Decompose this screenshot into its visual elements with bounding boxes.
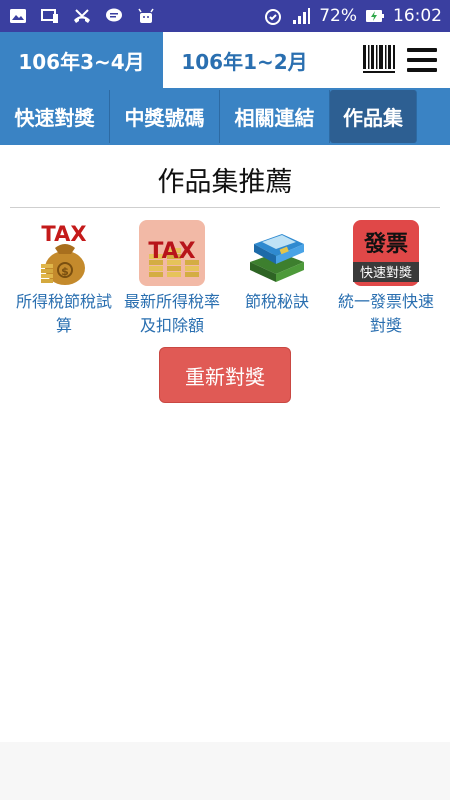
books-icon	[250, 234, 304, 282]
bottom-strip	[0, 742, 450, 800]
tab-period-current[interactable]: 106年3~4月	[0, 32, 163, 88]
missed-call-icon	[72, 6, 92, 26]
app-label: 統一發票快速對獎	[337, 292, 434, 335]
cast-icon	[40, 6, 60, 26]
app-item-invoice-check[interactable]: 發票 快速對獎 統一發票快速對獎	[331, 218, 441, 338]
app-label: 節稅秘訣	[244, 292, 309, 311]
divider	[10, 207, 440, 208]
svg-text:$: $	[61, 265, 69, 278]
invoice-icon: 發票 快速對獎	[353, 220, 419, 286]
image-icon	[8, 6, 28, 26]
message-icon	[104, 6, 124, 26]
status-time: 16:02	[393, 6, 442, 26]
svg-text:TAX: TAX	[148, 239, 195, 264]
signal-icon	[291, 6, 311, 26]
tab-period-previous[interactable]: 106年1~2月	[163, 32, 326, 88]
main-nav: 快速對獎 中獎號碼 相關連結 作品集	[0, 88, 450, 145]
tax-moneybag-icon: $ TAX	[41, 222, 87, 285]
android-icon	[136, 6, 156, 26]
app-list: $ TAX 所得稅節稅試算 TAX 最新所得稅率及扣除額 節稅秘訣 發票 快速對…	[0, 218, 450, 348]
svg-text:發票: 發票	[363, 232, 408, 257]
tax-coins-icon: TAX	[139, 220, 205, 286]
period-tabs: 106年3~4月 106年1~2月	[0, 32, 450, 88]
status-bar: 72% 16:02	[0, 0, 450, 32]
restart-check-button[interactable]: 重新對獎	[159, 347, 291, 403]
nav-item-portfolio[interactable]: 作品集	[330, 90, 417, 143]
nav-item-related-links[interactable]: 相關連結	[220, 90, 330, 143]
app-label: 所得稅節稅試算	[15, 292, 112, 335]
app-label: 最新所得稅率及扣除額	[123, 292, 220, 335]
app-item-tax-rates[interactable]: TAX 最新所得稅率及扣除額	[117, 218, 227, 338]
barcode-scan-icon[interactable]	[362, 42, 396, 76]
app-item-tax-tips[interactable]: 節稅秘訣	[222, 218, 332, 314]
battery-charging-icon	[365, 6, 385, 26]
menu-icon[interactable]	[405, 44, 439, 76]
battery-percent: 72%	[319, 6, 357, 26]
app-item-tax-calculator[interactable]: $ TAX 所得稅節稅試算	[9, 218, 119, 338]
nav-item-quick-check[interactable]: 快速對獎	[0, 90, 110, 143]
svg-text:快速對獎: 快速對獎	[360, 266, 412, 281]
alarm-icon	[263, 6, 283, 26]
page-title: 作品集推薦	[157, 167, 293, 198]
svg-text:TAX: TAX	[41, 222, 86, 246]
nav-item-winning-numbers[interactable]: 中獎號碼	[110, 90, 220, 143]
